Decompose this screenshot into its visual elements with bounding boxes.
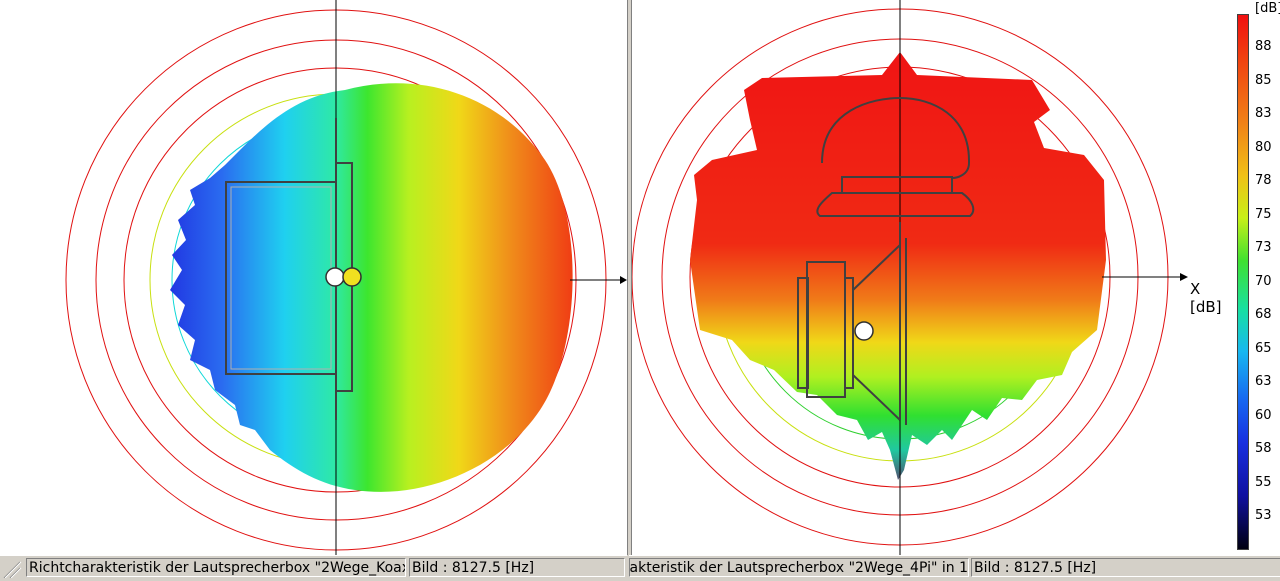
right-polar-plot (632, 0, 1188, 555)
color-scale: [dB] 88 85 83 80 78 75 73 70 68 65 63 60 58 55 53 (1231, 0, 1280, 555)
microphone-marker (325, 267, 345, 287)
scale-tick-label: 80 (1255, 139, 1272, 155)
status-title: Richtcharakteristik der Lautsprecherbox … (26, 558, 406, 577)
scale-tick-label: 63 (1255, 374, 1272, 389)
left-statusbar: Richtcharakteristik der Lautsprecherbox … (0, 555, 627, 581)
status-title-text: Richtcharakteristik der Lautsprecherbox … (629, 560, 968, 576)
directivity-balloon (170, 83, 573, 492)
scale-tick-label: 88 (1255, 39, 1272, 54)
scale-tick-label: 58 (1255, 441, 1272, 456)
scale-tick-label: 53 (1255, 508, 1272, 523)
scale-tick-label: 55 (1255, 474, 1272, 490)
scale-tick-label: 70 (1255, 273, 1272, 289)
scale-tick-label: 83 (1255, 106, 1272, 121)
scale-tick-label: 73 (1255, 240, 1272, 255)
left-polar-plot (65, 0, 627, 555)
right-polar-view[interactable]: X [dB] (631, 0, 1232, 555)
left-polar-view[interactable] (0, 0, 628, 555)
status-title: Richtcharakteristik der Lautsprecherbox … (629, 558, 969, 577)
scale-tick-label: 85 (1255, 72, 1272, 88)
right-statusbar: Richtcharakteristik der Lautsprecherbox … (629, 555, 1280, 581)
x-axis-label: X [dB] (1190, 280, 1222, 316)
scale-bar (1237, 14, 1249, 550)
arrow-right-icon (1180, 273, 1188, 281)
arrow-right-icon (620, 276, 627, 284)
scale-tick-label: 78 (1255, 173, 1272, 188)
status-frame: Bild : 8127.5 [Hz] (409, 558, 625, 577)
directivity-balloon (690, 52, 1106, 480)
scale-unit: [dB] (1255, 1, 1280, 16)
source-marker (342, 267, 362, 287)
scale-tick-label: 75 (1255, 206, 1272, 222)
scale-tick-label: 60 (1255, 407, 1272, 423)
scale-tick-label: 68 (1255, 307, 1272, 322)
status-frame: Bild : 8127.5 [Hz] (971, 558, 1280, 577)
scale-tick-label: 65 (1255, 340, 1272, 356)
resize-grip-icon[interactable] (2, 560, 22, 578)
microphone-marker (854, 321, 874, 341)
